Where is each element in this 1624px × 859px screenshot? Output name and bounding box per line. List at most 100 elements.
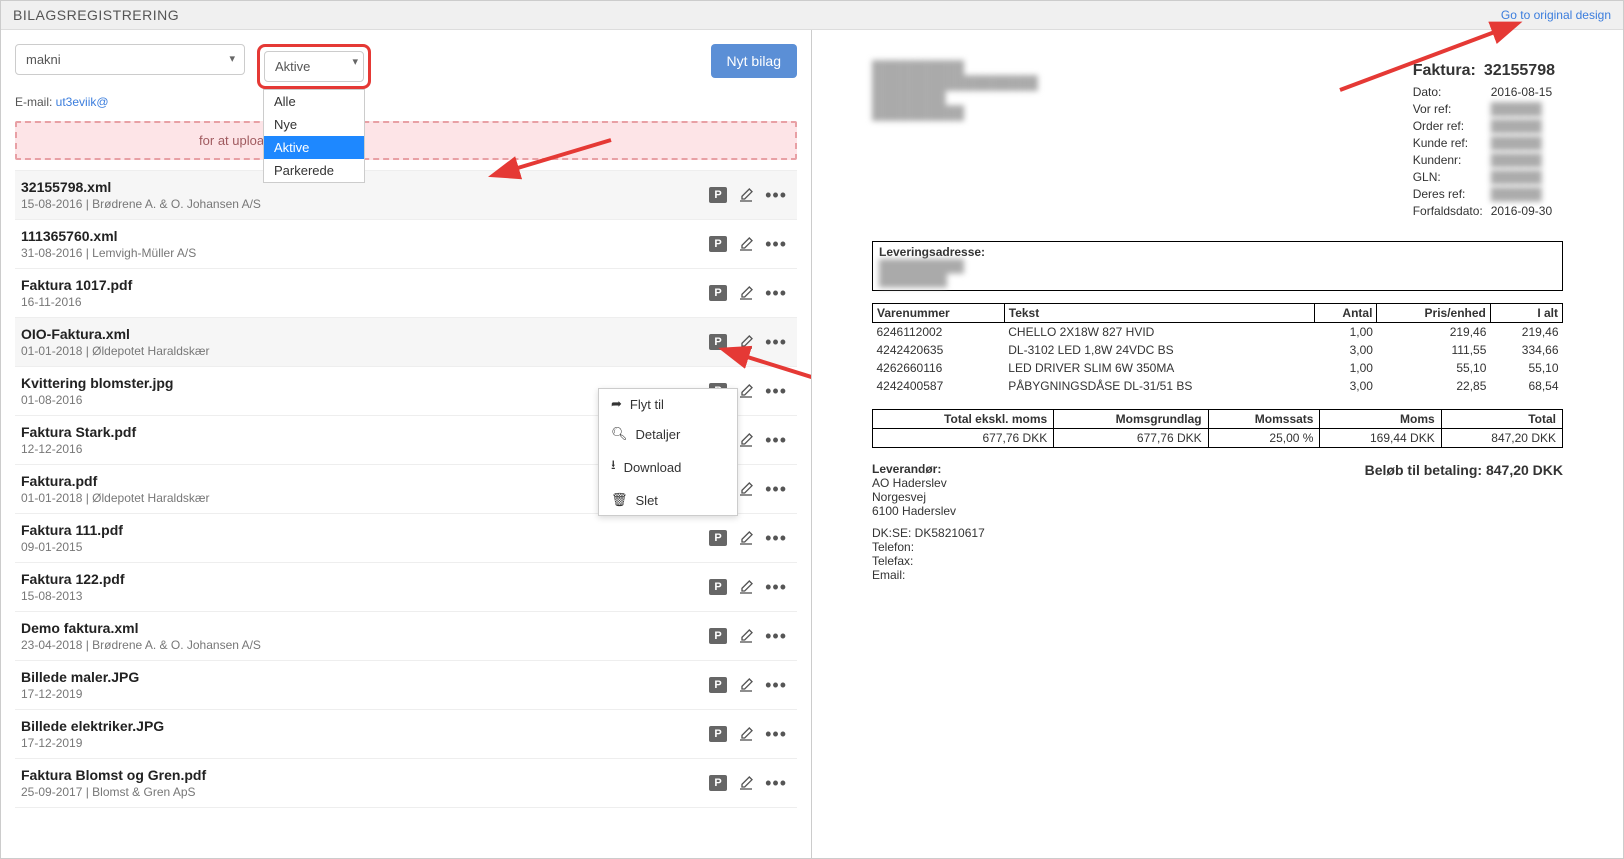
file-sub: 01-01-2018 | Øldepotet Haraldskær bbox=[21, 344, 709, 358]
ctx-delete[interactable]: 🗑Slet bbox=[599, 485, 737, 515]
status-option-nye[interactable]: Nye bbox=[264, 113, 364, 136]
status-select-highlight: Aktive Alle Nye Aktive Parkerede bbox=[257, 44, 371, 89]
more-icon[interactable]: ••• bbox=[765, 337, 787, 347]
park-icon[interactable]: P bbox=[709, 334, 727, 350]
ctx-download[interactable]: ⭳Download bbox=[599, 449, 737, 485]
more-icon[interactable]: ••• bbox=[765, 484, 787, 494]
dropzone[interactable]: Træk og slip dine filer her ellefor at u… bbox=[15, 121, 797, 160]
edit-icon[interactable] bbox=[737, 235, 755, 253]
edit-icon[interactable] bbox=[737, 382, 755, 400]
edit-icon[interactable] bbox=[737, 284, 755, 302]
file-name: Faktura Blomst og Gren.pdf bbox=[21, 767, 709, 783]
file-sub: 09-01-2015 bbox=[21, 540, 709, 554]
new-attachment-button[interactable]: Nyt bilag bbox=[711, 44, 797, 78]
recipient-block: ████████████████████████████████████████… bbox=[872, 60, 1371, 120]
status-option-alle[interactable]: Alle bbox=[264, 90, 364, 113]
edit-icon[interactable] bbox=[737, 529, 755, 547]
invoice-preview: ████████████████████████████████████████… bbox=[812, 30, 1623, 858]
edit-icon[interactable] bbox=[737, 578, 755, 596]
share-icon: ➦ bbox=[611, 396, 622, 412]
left-pane: makni Aktive Alle Nye Aktive Parkerede N… bbox=[1, 30, 812, 858]
status-select[interactable]: Aktive bbox=[264, 51, 364, 82]
park-icon[interactable]: P bbox=[709, 530, 727, 546]
invoice-line: 6246112002CHELLO 2X18W 827 HVID1,00219,4… bbox=[873, 323, 1563, 342]
email-link[interactable]: ut3eviik@ bbox=[56, 95, 109, 109]
park-icon[interactable]: P bbox=[709, 236, 727, 252]
park-icon[interactable]: P bbox=[709, 579, 727, 595]
file-row[interactable]: 111365760.xml31-08-2016 | Lemvigh-Müller… bbox=[15, 220, 797, 269]
edit-icon[interactable] bbox=[737, 725, 755, 743]
file-name: Billede elektriker.JPG bbox=[21, 718, 709, 734]
file-sub: 17-12-2019 bbox=[21, 687, 709, 701]
invoice-line: 4242420635DL-3102 LED 1,8W 24VDC BS3,001… bbox=[873, 341, 1563, 359]
file-row[interactable]: Faktura 1017.pdf 16-11-2016P ••• bbox=[15, 269, 797, 318]
park-icon[interactable]: P bbox=[709, 726, 727, 742]
park-icon[interactable]: P bbox=[709, 285, 727, 301]
topbar: BILAGSREGISTRERING Go to original design bbox=[1, 1, 1623, 30]
more-icon[interactable]: ••• bbox=[765, 435, 787, 445]
file-name: Faktura 111.pdf bbox=[21, 522, 709, 538]
park-icon[interactable]: P bbox=[709, 187, 727, 203]
file-sub: 16-11-2016 bbox=[21, 295, 709, 309]
invoice-meta-table: Dato:2016-08-15Vor ref:██████Order ref:█… bbox=[1411, 83, 1560, 221]
edit-icon[interactable] bbox=[737, 774, 755, 792]
more-icon[interactable]: ••• bbox=[765, 386, 787, 396]
design-link[interactable]: Go to original design bbox=[1501, 8, 1611, 22]
status-option-parkerede[interactable]: Parkerede bbox=[264, 159, 364, 182]
status-dropdown-list: Alle Nye Aktive Parkerede bbox=[263, 89, 365, 183]
delivery-box: Leveringsadresse: ██████████████████ bbox=[872, 241, 1563, 291]
delivery-label: Leveringsadresse: bbox=[879, 245, 985, 259]
more-icon[interactable]: ••• bbox=[765, 680, 787, 690]
edit-icon[interactable] bbox=[737, 627, 755, 645]
more-icon[interactable]: ••• bbox=[765, 239, 787, 249]
park-icon[interactable]: P bbox=[709, 775, 727, 791]
edit-icon[interactable] bbox=[737, 431, 755, 449]
page-title: BILAGSREGISTRERING bbox=[13, 7, 179, 23]
file-row[interactable]: OIO-Faktura.xml01-01-2018 | Øldepotet Ha… bbox=[15, 318, 797, 367]
file-sub: 15-08-2016 | Brødrene A. & O. Johansen A… bbox=[21, 197, 709, 211]
payment-total: Beløb til betaling: 847,20 DKK bbox=[1365, 462, 1563, 582]
invoice-fields: Faktura:32155798 bbox=[1411, 60, 1563, 83]
file-row[interactable]: Faktura 111.pdf 09-01-2015P ••• bbox=[15, 514, 797, 563]
context-menu: ➦Flyt til 🔍︎Detaljer ⭳Download 🗑Slet bbox=[598, 388, 738, 516]
file-row[interactable]: Faktura 122.pdf15-08-2013P••• bbox=[15, 563, 797, 612]
invoice-label: Faktura: bbox=[1413, 62, 1482, 81]
more-icon[interactable]: ••• bbox=[765, 631, 787, 641]
ctx-move[interactable]: ➦Flyt til bbox=[599, 389, 737, 419]
file-row[interactable]: 32155798.xml 15-08-2016 | Brødrene A. & O… bbox=[15, 171, 797, 220]
email-line: E-mail: ut3eviik@ bbox=[15, 95, 797, 109]
edit-icon[interactable] bbox=[737, 676, 755, 694]
edit-icon[interactable] bbox=[737, 333, 755, 351]
more-icon[interactable]: ••• bbox=[765, 582, 787, 592]
download-icon: ⭳ bbox=[611, 456, 616, 478]
invoice-totals-table: Total ekskl. moms Momsgrundlag Momssats … bbox=[872, 409, 1563, 448]
file-name: Faktura 122.pdf bbox=[21, 571, 709, 587]
invoice-line: 4262660116LED DRIVER SLIM 6W 350MA1,0055… bbox=[873, 359, 1563, 377]
file-sub: 23-04-2018 | Brødrene A. & O. Johansen A… bbox=[21, 638, 709, 652]
more-icon[interactable]: ••• bbox=[765, 729, 787, 739]
more-icon[interactable]: ••• bbox=[765, 533, 787, 543]
more-icon[interactable]: ••• bbox=[765, 778, 787, 788]
file-row[interactable]: Billede elektriker.JPG17-12-2019P••• bbox=[15, 710, 797, 759]
invoice-lines-table: Varenummer Tekst Antal Pris/enhed I alt … bbox=[872, 303, 1563, 395]
file-row[interactable]: Billede maler.JPG 17-12-2019P ••• bbox=[15, 661, 797, 710]
more-icon[interactable]: ••• bbox=[765, 190, 787, 200]
email-label: E-mail: bbox=[15, 95, 56, 109]
ctx-details[interactable]: 🔍︎Detaljer bbox=[599, 419, 737, 449]
file-row[interactable]: Faktura Blomst og Gren.pdf25-09-2017 | B… bbox=[15, 759, 797, 808]
park-icon[interactable]: P bbox=[709, 628, 727, 644]
trash-icon: 🗑 bbox=[611, 492, 628, 508]
edit-icon[interactable] bbox=[737, 186, 755, 204]
delivery-address: ██████████████████ bbox=[879, 259, 964, 287]
park-icon[interactable]: P bbox=[709, 677, 727, 693]
account-select-wrap: makni bbox=[15, 44, 245, 75]
account-select[interactable]: makni bbox=[15, 44, 245, 75]
supplier-block: Leverandør: AO HaderslevNorgesvej6100 Ha… bbox=[872, 462, 985, 582]
edit-icon[interactable] bbox=[737, 480, 755, 498]
file-name: Billede maler.JPG bbox=[21, 669, 709, 685]
file-name: 32155798.xml bbox=[21, 179, 709, 195]
file-name: Faktura 1017.pdf bbox=[21, 277, 709, 293]
more-icon[interactable]: ••• bbox=[765, 288, 787, 298]
status-option-aktive[interactable]: Aktive bbox=[264, 136, 364, 159]
file-row[interactable]: Demo faktura.xml23-04-2018 | Brødrene A.… bbox=[15, 612, 797, 661]
